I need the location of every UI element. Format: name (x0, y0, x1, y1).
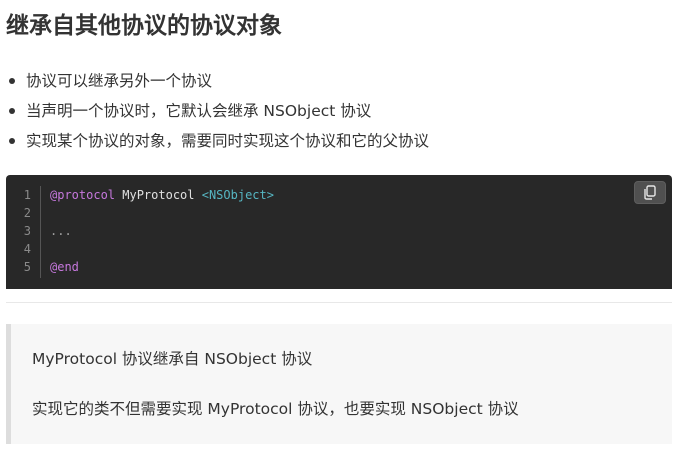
bullet-dot-icon (9, 138, 15, 144)
code-parent-protocol: <NSObject> (201, 188, 274, 202)
list-item: 实现某个协议的对象，需要同时实现这个协议和它的父协议 (6, 126, 429, 156)
line-number: 5 (23, 260, 31, 274)
code-keyword: @protocol (50, 188, 116, 202)
line-number: 4 (23, 242, 31, 256)
line-number: 3 (23, 224, 31, 238)
list-item: 当声明一个协议时，它默认会继承 NSObject 协议 (6, 96, 429, 126)
blockquote: MyProtocol 协议继承自 NSObject 协议 实现它的类不但需要实现… (6, 324, 672, 444)
copy-button[interactable] (634, 181, 666, 204)
list-item-text: 实现某个协议的对象，需要同时实现这个协议和它的父协议 (26, 132, 430, 150)
line-number: 1 (23, 188, 31, 202)
code-keyword: @end (50, 260, 79, 274)
code-block[interactable]: 1 2 3 4 5 @protocol MyProtocol <NSObject… (6, 175, 672, 289)
list-item: 协议可以继承另外一个协议 (6, 66, 429, 96)
code-content[interactable]: @protocol MyProtocol <NSObject> ... @end (50, 186, 274, 276)
page-title: 继承自其他协议的协议对象 (6, 13, 282, 39)
list-item-text: 当声明一个协议时，它默认会继承 NSObject 协议 (26, 102, 372, 120)
list-item-text: 协议可以继承另外一个协议 (26, 72, 213, 90)
quote-paragraph: MyProtocol 协议继承自 NSObject 协议 (32, 350, 313, 368)
bullet-dot-icon (9, 108, 15, 114)
line-number-gutter: 1 2 3 4 5 (6, 186, 41, 278)
line-number: 2 (23, 206, 31, 220)
code-line: ... (50, 222, 274, 240)
code-ellipsis: ... (50, 224, 72, 238)
bullet-dot-icon (9, 78, 15, 84)
quote-paragraph: 实现它的类不但需要实现 MyProtocol 协议，也要实现 NSObject … (32, 400, 519, 418)
divider (6, 302, 672, 303)
code-line: @end (50, 258, 274, 276)
bullet-list: 协议可以继承另外一个协议 当声明一个协议时，它默认会继承 NSObject 协议… (6, 66, 429, 156)
code-identifier: MyProtocol (115, 188, 202, 202)
copy-icon (644, 185, 656, 200)
code-line: @protocol MyProtocol <NSObject> (50, 186, 274, 204)
